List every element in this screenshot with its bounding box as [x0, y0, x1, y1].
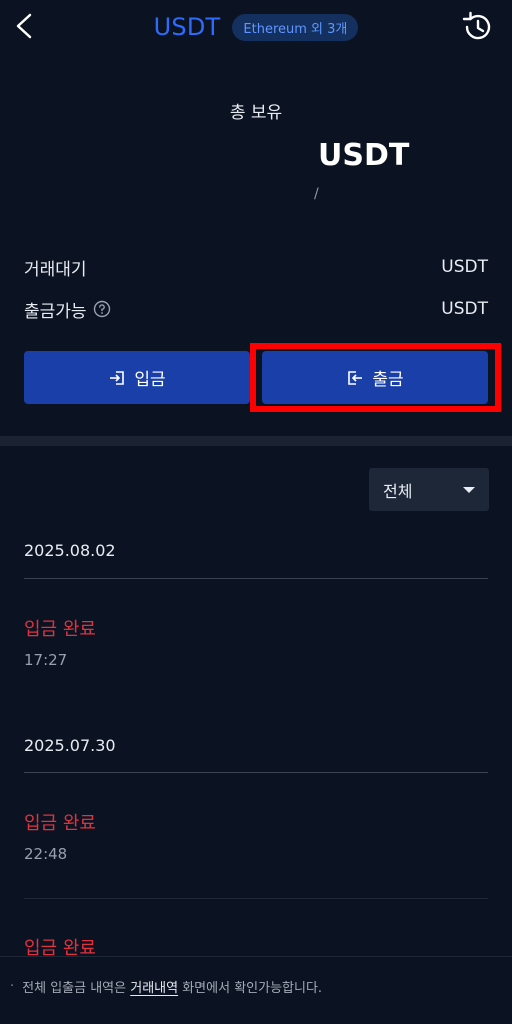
total-holdings-label: 총 보유 [229, 103, 283, 123]
withdrawable-balance-row: 출금가능 USDT [24, 297, 488, 322]
deposit-icon [110, 370, 125, 385]
section-divider [0, 436, 512, 446]
usdt-asset-screen: USDT Ethereum 외 3개 총 보유 USDT / 거래대기 USDT… [0, 0, 512, 1024]
header: USDT Ethereum 외 3개 [0, 0, 512, 56]
bullet-dot: · [10, 979, 15, 994]
transaction-status[interactable]: 입금 완료 [24, 615, 96, 641]
transaction-status[interactable]: 입금 완료 [24, 809, 96, 835]
footer-notice: · 전체 입출금 내역은 거래내역 화면에서 확인가능합니다. [0, 956, 512, 1024]
withdrawable-balance-label: 출금가능 [24, 301, 87, 322]
item-divider [24, 898, 488, 899]
pending-balance-unit: USDT [441, 257, 488, 277]
network-badge[interactable]: Ethereum 외 3개 [232, 13, 359, 41]
transaction-date: 2025.07.30 [24, 736, 116, 755]
chevron-down-icon [463, 486, 475, 493]
transaction-time: 22:48 [24, 845, 68, 863]
transaction-history-link[interactable]: 거래내역 [130, 977, 178, 996]
filter-selected-value: 전체 [383, 481, 413, 501]
total-holdings-unit: USDT [318, 138, 410, 173]
footer-text: · 전체 입출금 내역은 거래내역 화면에서 확인가능합니다. [10, 977, 322, 996]
withdraw-button-label: 출금 [372, 370, 404, 390]
pending-balance-label: 거래대기 [24, 259, 87, 280]
deposit-button[interactable]: 입금 [24, 351, 250, 404]
help-icon[interactable] [93, 300, 111, 318]
withdrawable-balance-unit: USDT [441, 299, 488, 319]
total-holdings-fiat: / [314, 186, 319, 202]
transaction-time: 17:27 [24, 651, 68, 669]
history-icon[interactable] [460, 10, 494, 44]
transaction-date: 2025.08.02 [24, 541, 116, 560]
pending-balance-row: 거래대기 USDT [24, 255, 488, 280]
title-group: USDT Ethereum 외 3개 [0, 10, 512, 44]
date-divider [24, 772, 488, 773]
withdraw-button[interactable]: 출금 [262, 351, 488, 404]
footer-prefix: 전체 입출금 내역은 [22, 981, 127, 996]
withdraw-icon [348, 370, 363, 385]
page-title: USDT [153, 13, 221, 41]
history-filter-select[interactable]: 전체 [369, 468, 489, 511]
deposit-button-label: 입금 [134, 370, 166, 390]
footer-suffix: 화면에서 확인가능합니다. [182, 981, 323, 996]
date-divider [24, 578, 488, 579]
withdrawable-label-group: 출금가능 [24, 297, 111, 322]
